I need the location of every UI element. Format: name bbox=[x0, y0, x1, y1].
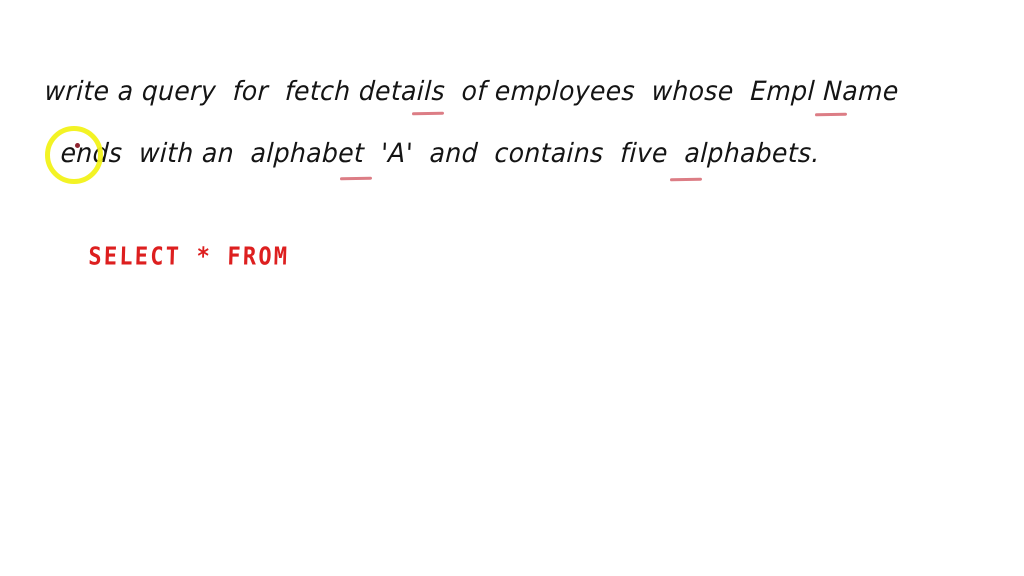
yellow-highlight-circle bbox=[45, 126, 103, 184]
sql-answer-line: SELECT * FROM bbox=[87, 243, 290, 272]
underline-empl-name bbox=[814, 112, 848, 117]
handwritten-note-canvas: write a query for fetch details of emplo… bbox=[0, 0, 1024, 576]
underline-details bbox=[411, 111, 445, 116]
underline-alphabet bbox=[339, 176, 373, 181]
underline-five bbox=[669, 177, 703, 182]
question-line-1: write a query for fetch details of emplo… bbox=[43, 75, 900, 107]
red-annotation-dot bbox=[75, 143, 80, 148]
question-line-2: ends with an alphabet 'A' and contains f… bbox=[59, 137, 821, 169]
